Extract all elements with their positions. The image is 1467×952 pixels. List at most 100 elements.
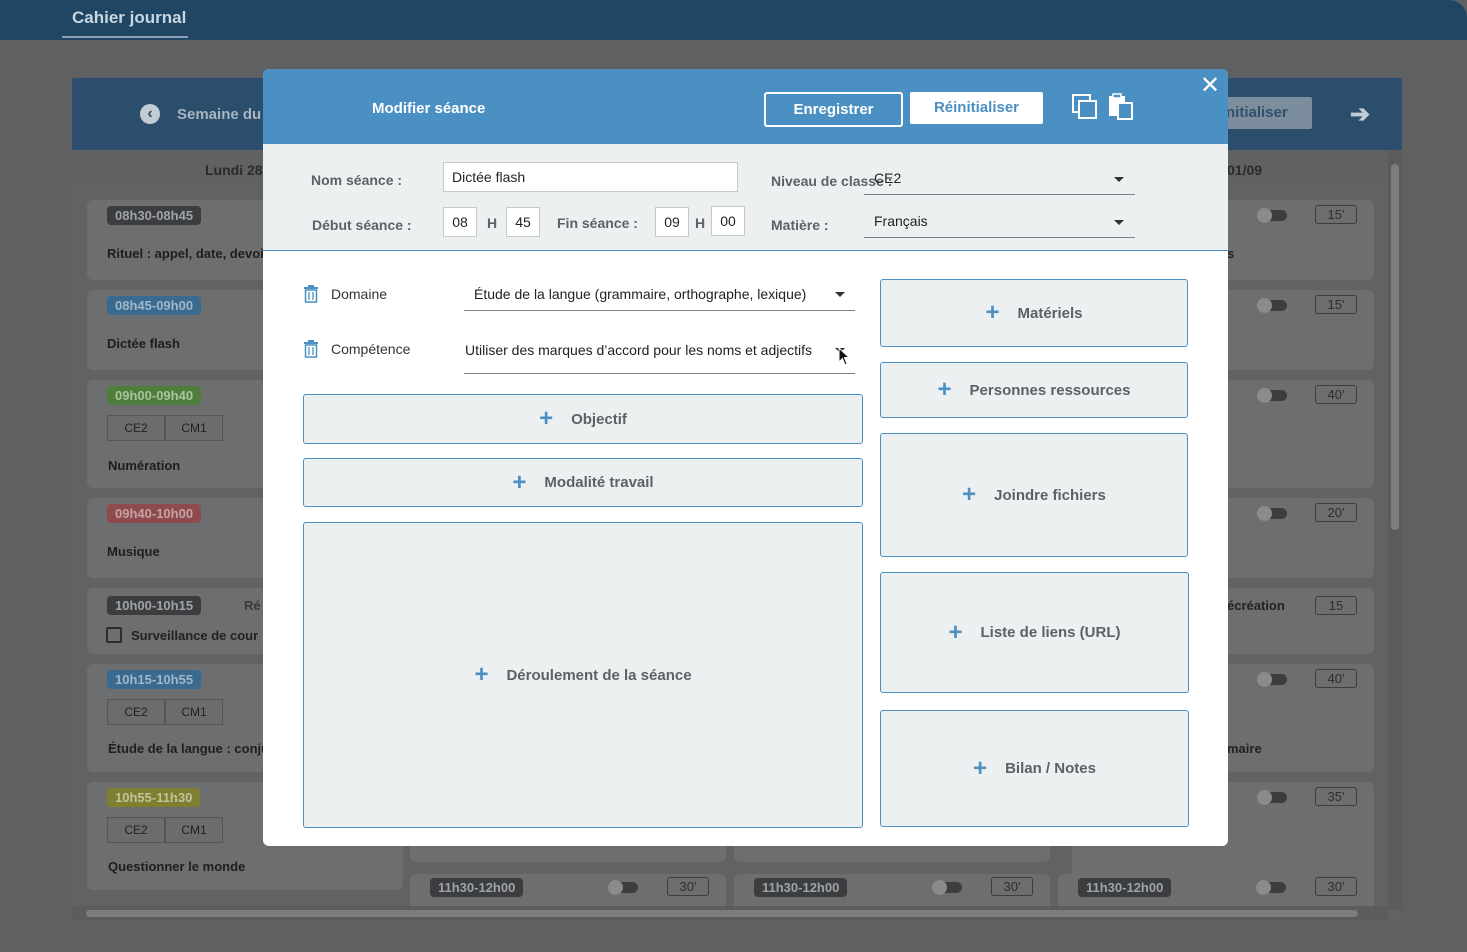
domain-label: Domaine: [331, 286, 388, 302]
plus-icon: +: [512, 468, 527, 496]
subject-value: Français: [874, 213, 928, 229]
domain-value: Étude de la langue (grammaire, orthograp…: [474, 286, 807, 302]
competence-label: Compétence: [331, 341, 411, 357]
lesson-toggle[interactable]: [932, 880, 962, 895]
section-label: Déroulement de la séance: [506, 666, 692, 684]
lesson-toggle[interactable]: [1257, 298, 1287, 313]
lesson-toggle[interactable]: [608, 880, 638, 895]
week-label: Semaine du 2: [177, 106, 274, 123]
plus-icon: +: [985, 299, 1000, 326]
end-hour-input[interactable]: 09: [655, 207, 689, 237]
lesson-toggle[interactable]: [1257, 388, 1287, 403]
session-form-header: Nom séance : Dictée flash Niveau de clas…: [263, 144, 1228, 251]
close-icon[interactable]: ✕: [1200, 74, 1220, 98]
day-label-friday: 01/09: [1227, 162, 1263, 178]
time-badge: 09h40-10h00: [107, 504, 202, 523]
duration-badge: 40': [1315, 669, 1357, 688]
plus-icon: +: [539, 405, 554, 432]
time-badge: 08h30-08h45: [107, 206, 202, 225]
add-resource-people-button[interactable]: + Personnes ressources: [880, 362, 1188, 418]
session-name-input[interactable]: Dictée flash: [443, 162, 738, 192]
previous-week-icon[interactable]: ‹: [140, 104, 160, 124]
time-badge: 11h30-12h00: [430, 878, 524, 897]
time-badge: 08h45-09h00: [107, 296, 202, 315]
chevron-down-icon: [835, 292, 845, 297]
add-work-mode-button[interactable]: + Modalité travail: [303, 458, 863, 507]
vertical-scroll-thumb[interactable]: [1391, 164, 1399, 530]
add-review-notes-button[interactable]: + Bilan / Notes: [880, 710, 1189, 827]
time-badge: 09h00-09h40: [107, 386, 202, 405]
next-week-icon[interactable]: ➔: [1350, 100, 1370, 129]
attach-files-button[interactable]: + Joindre fichiers: [880, 433, 1188, 557]
class-tag: CM1: [165, 817, 223, 843]
subject-label: Matière :: [771, 217, 829, 233]
save-button[interactable]: Enregistrer: [764, 92, 903, 127]
modal-title: Modifier séance: [372, 100, 486, 117]
add-session-progress-button[interactable]: + Déroulement de la séance: [303, 522, 863, 828]
section-label: Personnes ressources: [969, 381, 1131, 399]
hour-separator: H: [695, 215, 706, 231]
time-badge: 10h15-10h55: [107, 670, 202, 689]
add-materials-button[interactable]: + Matériels: [880, 279, 1188, 347]
time-badge: 10h55-11h30: [107, 788, 201, 807]
end-minute-input[interactable]: 00: [711, 206, 745, 236]
level-value: CE2: [874, 170, 902, 186]
start-hour-input[interactable]: 08: [443, 207, 477, 237]
lesson-toggle[interactable]: [1257, 672, 1287, 687]
chevron-down-icon: [1114, 177, 1124, 182]
lesson-toggle[interactable]: [1257, 790, 1287, 805]
lesson-title: Rituel : appel, date, devoirs: [107, 246, 277, 261]
add-links-button[interactable]: + Liste de liens (URL): [880, 572, 1189, 693]
plus-icon: +: [948, 618, 963, 646]
plus-icon: +: [973, 754, 988, 782]
plus-icon: +: [962, 481, 977, 508]
day-label-monday: Lundi 28/: [205, 162, 267, 178]
duration-badge: 40': [1315, 385, 1357, 404]
lesson-title: Dictée flash: [107, 336, 180, 351]
duration-badge: 15': [1315, 295, 1357, 314]
lesson-title: Numération: [108, 458, 181, 473]
app-topbar: Cahier journal: [0, 0, 1467, 40]
recess-label: écréation: [1227, 598, 1285, 613]
trash-icon[interactable]: [303, 285, 319, 308]
section-label: Matériels: [1017, 304, 1083, 322]
section-label: Bilan / Notes: [1005, 760, 1096, 777]
competence-value: Utiliser des marques d’accord pour les n…: [465, 342, 813, 358]
paste-icon[interactable]: [1107, 93, 1135, 126]
duty-label: Surveillance de cour: [131, 628, 259, 643]
section-label: Joindre fichiers: [994, 486, 1106, 504]
lesson-title: s: [1227, 246, 1235, 261]
lesson-toggle[interactable]: [1256, 880, 1286, 895]
time-badge: 11h30-12h00: [1078, 878, 1172, 897]
start-label: Début séance :: [312, 217, 412, 233]
duty-checkbox[interactable]: [106, 627, 122, 643]
add-objective-button[interactable]: + Objectif: [303, 394, 863, 444]
duration-badge: 30': [667, 877, 709, 896]
lesson-toggle[interactable]: [1257, 506, 1287, 521]
chevron-down-icon: [1114, 220, 1124, 225]
hour-separator: H: [487, 215, 498, 231]
class-tag: CE2: [107, 699, 165, 725]
name-label: Nom séance :: [311, 172, 403, 188]
app-title[interactable]: Cahier journal: [72, 8, 186, 28]
mouse-cursor-icon: [838, 346, 851, 372]
class-tag: CE2: [107, 817, 165, 843]
horizontal-scroll-thumb[interactable]: [86, 910, 1358, 917]
reset-button[interactable]: Réinitialiser: [910, 92, 1043, 124]
subject-select[interactable]: Français: [864, 206, 1135, 238]
duration-badge: 15: [1315, 596, 1357, 615]
lesson-toggle[interactable]: [1257, 208, 1287, 223]
edit-session-modal: Modifier séance Enregistrer Réinitialise…: [263, 69, 1228, 846]
start-minute-input[interactable]: 45: [506, 207, 540, 237]
trash-icon[interactable]: [303, 340, 319, 363]
class-tag: CM1: [165, 699, 223, 725]
time-badge: 10h00-10h15: [107, 596, 202, 615]
copy-icon[interactable]: [1071, 93, 1099, 126]
level-select[interactable]: CE2: [864, 163, 1135, 195]
competence-select[interactable]: Utiliser des marques d’accord pour les n…: [464, 333, 855, 374]
domain-select[interactable]: Étude de la langue (grammaire, orthograp…: [464, 277, 855, 311]
plus-icon: +: [937, 376, 952, 403]
class-tag: CE2: [107, 415, 165, 441]
section-label: Objectif: [571, 410, 627, 428]
lesson-title: Questionner le monde: [108, 859, 246, 874]
